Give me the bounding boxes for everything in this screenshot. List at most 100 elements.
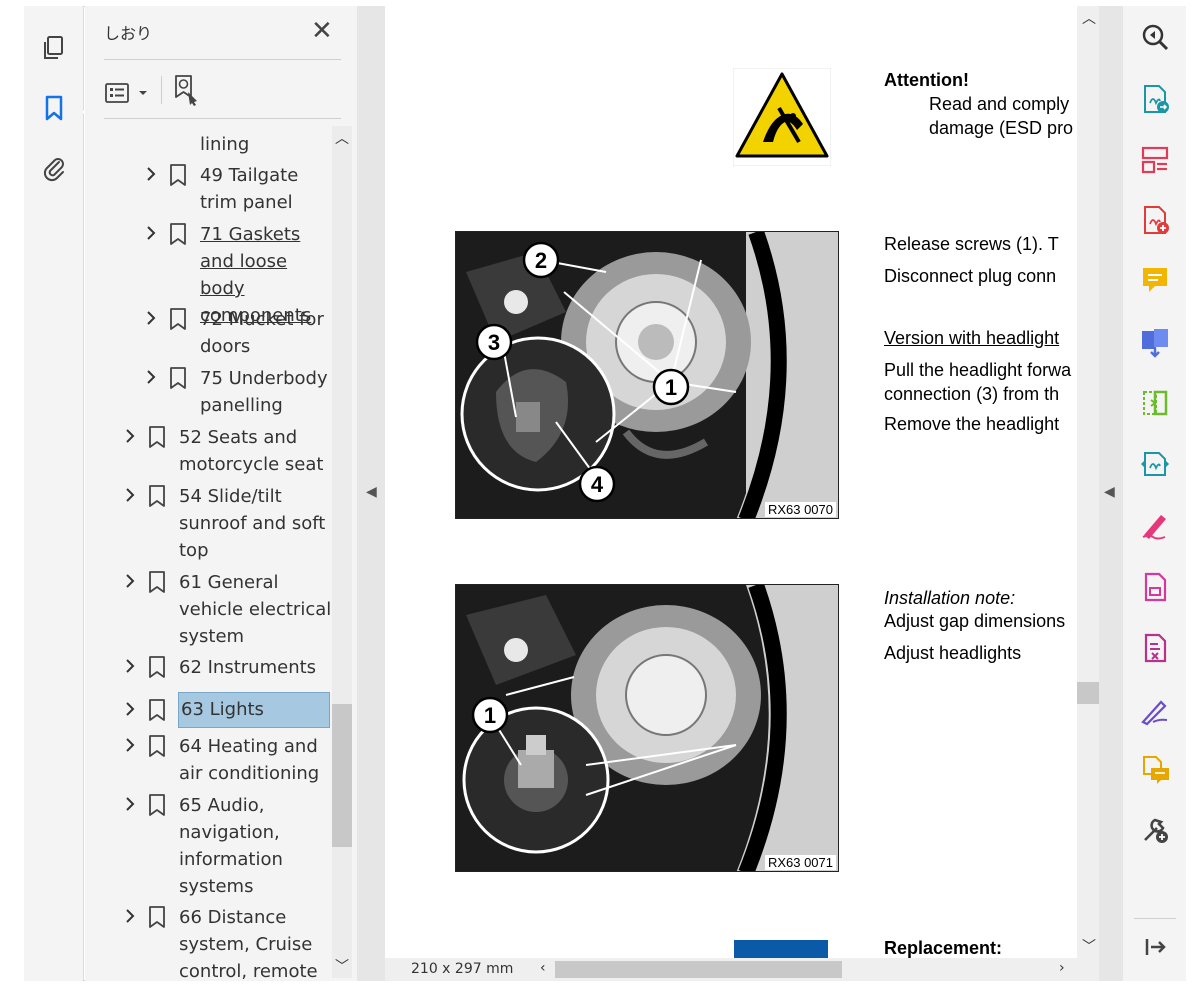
- bookmark-flag-icon: [149, 426, 165, 448]
- bookmark-flag-icon: [170, 367, 186, 389]
- scroll-down-icon[interactable]: ﹀: [335, 956, 349, 976]
- chevron-right-icon[interactable]: [123, 658, 137, 674]
- document-vertical-scrollbar[interactable]: ︿ ﹀: [1077, 6, 1099, 958]
- figure-caption: RX63 0070: [764, 502, 836, 517]
- chevron-right-icon[interactable]: [144, 369, 158, 385]
- replacement-heading: Replacement:: [884, 938, 1003, 958]
- bookmark-item[interactable]: 52 Seats and motorcycle seat: [104, 424, 333, 478]
- bookmark-flag-icon: [149, 699, 165, 721]
- find-current-bookmark-icon: [175, 75, 197, 106]
- bookmark-item[interactable]: 64 Heating and air conditioning: [104, 733, 333, 787]
- bookmark-item[interactable]: 75 Underbody panelling: [104, 365, 333, 419]
- bookmark-flag-icon: [170, 164, 186, 186]
- status-bar: 210 x 297 mm ‹ ›: [385, 958, 1099, 981]
- bookmark-flag-icon: [149, 485, 165, 507]
- bookmark-item[interactable]: 54 Slide/tilt sunroof and soft top: [104, 483, 333, 564]
- scroll-up-icon[interactable]: ︿: [1082, 8, 1096, 28]
- bookmark-label: 61 General vehicle electrical system: [179, 572, 332, 647]
- create-pdf-icon[interactable]: [1139, 204, 1171, 236]
- instruction-line: Pull the headlight forwa: [884, 360, 1072, 380]
- pages-icon[interactable]: [38, 32, 70, 64]
- page-size-readout: 210 x 297 mm: [411, 961, 514, 977]
- zoom-icon[interactable]: [1139, 21, 1171, 53]
- figure-headlight-adjust: 1 RX63 0071: [455, 584, 839, 872]
- bookmark-flag-icon: [170, 223, 186, 245]
- bookmark-item[interactable]: 61 General vehicle electrical system: [104, 569, 333, 650]
- attachment-icon[interactable]: [38, 152, 70, 184]
- bookmark-item[interactable]: 49 Tailgate trim panel: [104, 162, 333, 216]
- bookmark-label: 62 Instruments: [179, 657, 317, 678]
- version-heading: Version with headlight: [884, 328, 1060, 348]
- callout-label: 2: [535, 248, 547, 273]
- horizontal-scrollbar-thumb[interactable]: [555, 961, 842, 978]
- chevron-right-icon[interactable]: [123, 908, 137, 924]
- comment-icon[interactable]: [1139, 264, 1171, 296]
- fill-sign-icon[interactable]: [1139, 509, 1171, 541]
- bookmark-item-selected[interactable]: 63 Lights: [104, 692, 333, 728]
- chevron-right-icon[interactable]: [123, 487, 137, 503]
- collapse-panel-icon[interactable]: [1139, 931, 1171, 963]
- scrollbar-thumb[interactable]: [1077, 682, 1099, 704]
- collapse-right-panel-handle[interactable]: ◀: [1099, 6, 1123, 981]
- divider: [1134, 918, 1176, 919]
- headlight-photo-1: 2 3 1 4: [456, 232, 838, 518]
- scroll-up-icon[interactable]: ︿: [335, 128, 349, 148]
- protect-icon[interactable]: [1139, 632, 1171, 664]
- bookmark-label: lining: [200, 134, 250, 155]
- chevron-right-icon[interactable]: [144, 310, 158, 326]
- scrollbar-thumb[interactable]: [332, 704, 352, 847]
- more-tools-icon[interactable]: [1139, 814, 1171, 846]
- send-comments-icon[interactable]: [1139, 754, 1171, 786]
- bookmarks-scrollbar[interactable]: ︿ ﹀: [332, 126, 352, 978]
- bookmark-label: 52 Seats and motorcycle seat: [179, 427, 324, 475]
- export-pdf-icon[interactable]: [1139, 83, 1171, 115]
- chevron-down-icon: [139, 91, 147, 95]
- chevron-right-icon[interactable]: [123, 701, 137, 717]
- chevron-right-icon[interactable]: [123, 796, 137, 812]
- sign-icon[interactable]: [1139, 694, 1171, 726]
- bookmark-item[interactable]: 72 Mucket for doors: [104, 306, 333, 360]
- bookmark-item[interactable]: lining: [104, 131, 333, 158]
- chevron-right-icon[interactable]: [123, 737, 137, 753]
- bookmark-label: 63 Lights: [178, 692, 330, 728]
- options-menu-button[interactable]: [104, 78, 156, 108]
- installation-note-heading: Installation note:: [884, 588, 1016, 608]
- combine-files-icon[interactable]: [1139, 326, 1171, 358]
- scroll-left-icon[interactable]: ‹: [540, 960, 546, 976]
- find-bookmark-button[interactable]: [171, 72, 205, 106]
- close-panel-button[interactable]: ✕: [311, 18, 333, 44]
- scroll-right-icon[interactable]: ›: [1059, 960, 1065, 976]
- document-viewport[interactable]: Attention! Read and comply damage (ESD p…: [385, 6, 1077, 958]
- callout-label: 3: [488, 330, 500, 355]
- bookmark-item[interactable]: 66 Distance system, Cruise control, remo…: [104, 904, 333, 981]
- organize-pages-icon[interactable]: [1139, 144, 1171, 176]
- chevron-right-icon[interactable]: [123, 428, 137, 444]
- chevron-right-icon[interactable]: [144, 166, 158, 182]
- bookmark-flag-icon: [149, 656, 165, 678]
- figure-headlight-removal: 2 3 1 4 RX63 0070: [455, 231, 839, 519]
- tools-rail: [1123, 6, 1186, 981]
- bookmark-item[interactable]: 65 Audio, navigation, information system…: [104, 792, 333, 900]
- bookmarks-panel: しおり ✕ lining 49 Tailgate trim panel 71 G…: [85, 6, 357, 981]
- chevron-right-icon[interactable]: [144, 225, 158, 241]
- instruction-line: connection (3) from th: [884, 384, 1060, 404]
- caret-left-icon: ◀: [1104, 484, 1115, 500]
- headlight-photo-2: 1: [456, 585, 838, 871]
- bookmark-label: 66 Distance system, Cruise control, remo…: [179, 907, 318, 981]
- chevron-right-icon[interactable]: [123, 573, 137, 589]
- bookmark-label: 49 Tailgate trim panel: [200, 165, 299, 213]
- bookmark-item[interactable]: 71 Gaskets and loose body components: [104, 221, 333, 326]
- panel-title: しおり: [104, 24, 153, 43]
- crop-icon[interactable]: [1139, 387, 1171, 419]
- bookmark-tree: lining 49 Tailgate trim panel 71 Gaskets…: [104, 119, 333, 981]
- attention-text-line: Read and comply: [929, 94, 1070, 114]
- scroll-down-icon[interactable]: ﹀: [1082, 936, 1096, 956]
- compare-icon[interactable]: [1139, 448, 1171, 480]
- bookmark-item[interactable]: 62 Instruments: [104, 654, 333, 681]
- collapse-left-panel-handle[interactable]: ◀: [357, 6, 385, 981]
- callout-label: 1: [484, 703, 496, 728]
- bookmark-label: 64 Heating and air conditioning: [179, 736, 320, 784]
- bookmark-icon[interactable]: [38, 92, 70, 124]
- edit-pdf-icon[interactable]: [1139, 571, 1171, 603]
- next-figure-partial: [734, 940, 828, 958]
